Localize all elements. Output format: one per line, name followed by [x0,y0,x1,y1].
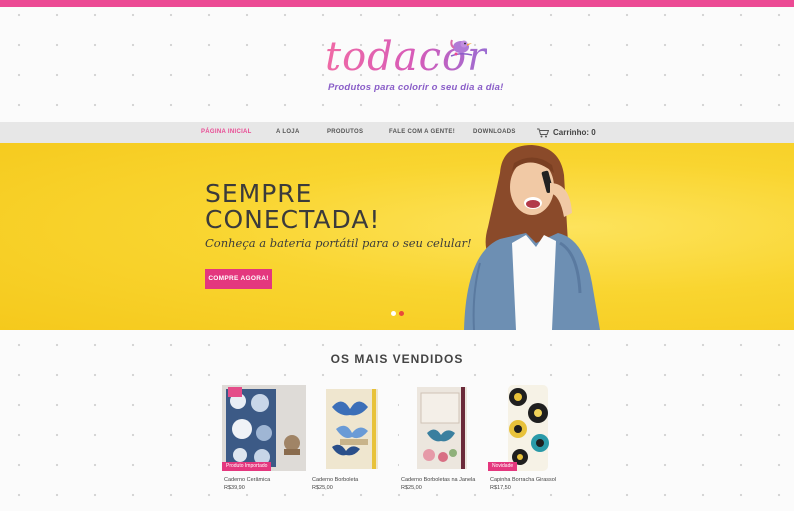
nav-contact[interactable]: FALE COM A GENTE! [389,122,455,143]
product-image[interactable]: Novidade [488,385,572,471]
product-photo-borboleta [310,385,394,471]
hero-person-image [464,145,600,330]
product-image[interactable] [310,385,394,471]
slider-dot-1[interactable] [391,311,396,316]
cart-label: Carrinho: 0 [553,128,596,137]
slider-dot-2[interactable] [399,311,404,316]
product-card[interactable]: Caderno Borboleta R$25,00 [310,385,394,491]
shopping-cart-icon [537,128,549,137]
product-photo-ceramica [222,385,306,471]
product-photo-girassol [488,385,572,471]
nav-downloads[interactable]: DOWNLOADS [473,122,516,143]
product-badge: Novidade [488,462,518,471]
nav-products[interactable]: PRODUTOS [327,122,363,143]
product-badge: Produto Importado [222,462,272,471]
hero-subtitle: Conheça a bateria portátil para o seu ce… [205,236,472,250]
main-nav: PÁGINA INICIAL A LOJA PRODUTOS FALE COM … [0,122,794,143]
nav-store[interactable]: A LOJA [276,122,300,143]
product-name[interactable]: Caderno Cerâmica [224,477,270,483]
product-price: R$25,00 [401,485,422,491]
tagline: Produtos para colorir o seu dia a dia! [328,82,504,93]
product-price: R$25,00 [312,485,333,491]
product-photo-janela [399,385,483,471]
hero-banner: SEMPRE CONECTADA! Conheça a bateria port… [0,143,794,330]
hero-title-line1: SEMPRE [205,179,313,208]
product-card[interactable]: Caderno Borboletas na Janela R$25,00 [399,385,483,491]
bestsellers-title: OS MAIS VENDIDOS [330,352,464,366]
cart-button[interactable]: Carrinho: 0 [537,122,596,143]
product-price: R$39,90 [224,485,245,491]
product-price: R$17,50 [490,485,511,491]
product-image[interactable]: Produto Importado [222,385,306,471]
bird-icon [450,39,473,57]
product-card[interactable]: Novidade Capinha Borracha Girassol R$17,… [488,385,572,491]
nav-home[interactable]: PÁGINA INICIAL [201,122,252,143]
product-name[interactable]: Capinha Borracha Girassol [490,477,556,483]
top-accent-bar [0,0,794,7]
logo[interactable]: todacor Produtos para colorir o seu dia … [310,34,503,98]
product-name[interactable]: Caderno Borboleta [312,477,358,483]
slider-dots [391,311,404,316]
product-card[interactable]: Produto Importado Caderno Cerâmica R$39,… [222,385,306,491]
product-name[interactable]: Caderno Borboletas na Janela [401,477,475,483]
product-image[interactable] [399,385,483,471]
hero-title-line2: CONECTADA! [205,205,381,234]
buy-now-button[interactable]: COMPRE AGORA! [205,269,272,289]
hero-title: SEMPRE CONECTADA! [205,181,380,233]
